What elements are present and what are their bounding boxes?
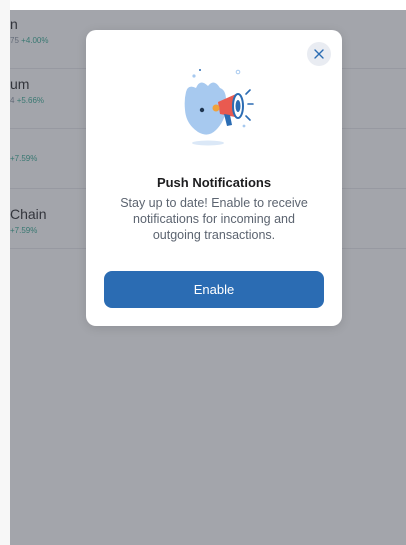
megaphone-notification-illustration	[184, 69, 254, 146]
close-button[interactable]	[307, 42, 331, 66]
push-notifications-modal: Push Notifications Stay up to date! Enab…	[86, 30, 342, 326]
enable-button[interactable]: Enable	[104, 271, 324, 308]
device-edge	[0, 0, 10, 545]
modal-description: Stay up to date! Enable to receive notif…	[120, 196, 308, 242]
close-icon	[314, 49, 324, 59]
app-screen: n 75 +4.00% um 4 +5.66% +7.59% Chain +7.…	[0, 0, 406, 545]
modal-title: Push Notifications	[156, 175, 272, 190]
